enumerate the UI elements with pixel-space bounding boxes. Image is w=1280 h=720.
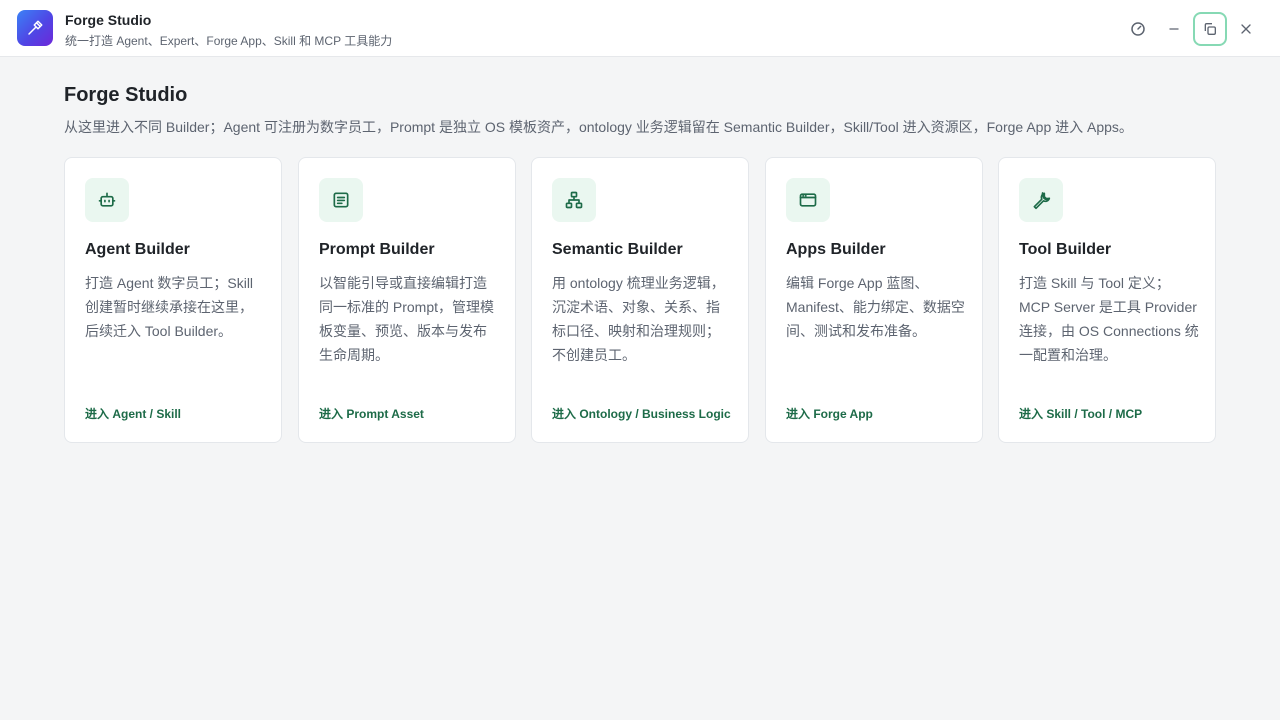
app-subtitle: 统一打造 Agent、Expert、Forge App、Skill 和 MCP …	[65, 34, 393, 48]
card-title: Agent Builder	[85, 241, 190, 258]
card-icon-container	[1019, 178, 1063, 222]
card-title: Apps Builder	[786, 241, 886, 258]
card-icon-container	[85, 178, 129, 222]
card-title: Semantic Builder	[552, 241, 683, 258]
card-prompt-builder[interactable]: Prompt Builder 以智能引导或直接编辑打造同一标准的 Prompt，…	[298, 157, 516, 443]
minimize-button[interactable]	[1157, 12, 1191, 46]
card-icon-container	[786, 178, 830, 222]
gauge-button[interactable]	[1121, 12, 1155, 46]
page-title: Forge Studio	[64, 84, 188, 106]
document-icon	[333, 192, 349, 208]
card-apps-builder[interactable]: Apps Builder 编辑 Forge App 蓝图、Manifest、能力…	[765, 157, 983, 443]
title-bar: Forge Studio 统一打造 Agent、Expert、Forge App…	[0, 0, 1280, 57]
card-tool-builder[interactable]: Tool Builder 打造 Skill 与 Tool 定义；MCP Serv…	[998, 157, 1216, 443]
gauge-icon	[1131, 22, 1145, 36]
wrench-icon	[1033, 192, 1051, 210]
card-description: 打造 Agent 数字员工；Skill 创建暂时继续承接在这里，后续迁入 Too…	[85, 275, 254, 339]
page-description: 从这里进入不同 Builder；Agent 可注册为数字员工，Prompt 是独…	[64, 119, 1133, 135]
app-window-icon	[799, 193, 817, 207]
restore-button[interactable]	[1193, 12, 1227, 46]
card-link[interactable]: 进入 Agent / Skill	[85, 406, 265, 422]
card-agent-builder[interactable]: Agent Builder 打造 Agent 数字员工；Skill 创建暂时继续…	[64, 157, 282, 443]
app-title: Forge Studio	[65, 12, 152, 28]
close-button[interactable]	[1229, 12, 1263, 46]
card-link[interactable]: 进入 Skill / Tool / MCP	[1019, 406, 1199, 422]
minimize-icon	[1169, 28, 1179, 30]
card-link[interactable]: 进入 Ontology / Business Logic	[552, 406, 732, 422]
card-description: 打造 Skill 与 Tool 定义；MCP Server 是工具 Provid…	[1019, 275, 1199, 363]
card-description: 用 ontology 梳理业务逻辑，沉淀术语、对象、关系、指标口径、映射和治理规…	[552, 275, 725, 363]
hammer-icon	[28, 20, 43, 35]
card-link[interactable]: 进入 Prompt Asset	[319, 406, 499, 422]
robot-icon	[98, 192, 116, 207]
app-logo	[17, 10, 53, 46]
card-icon-container	[552, 178, 596, 222]
close-icon	[1241, 24, 1251, 34]
card-description: 编辑 Forge App 蓝图、Manifest、能力绑定、数据空间、测试和发布…	[786, 275, 965, 339]
card-icon-container	[319, 178, 363, 222]
hierarchy-icon	[565, 191, 583, 209]
card-title: Prompt Builder	[319, 241, 435, 258]
restore-icon	[1204, 23, 1216, 35]
card-semantic-builder[interactable]: Semantic Builder 用 ontology 梳理业务逻辑，沉淀术语、…	[531, 157, 749, 443]
card-description: 以智能引导或直接编辑打造同一标准的 Prompt，管理模板变量、预览、版本与发布…	[319, 275, 495, 363]
card-link[interactable]: 进入 Forge App	[786, 406, 966, 422]
card-title: Tool Builder	[1019, 241, 1112, 258]
